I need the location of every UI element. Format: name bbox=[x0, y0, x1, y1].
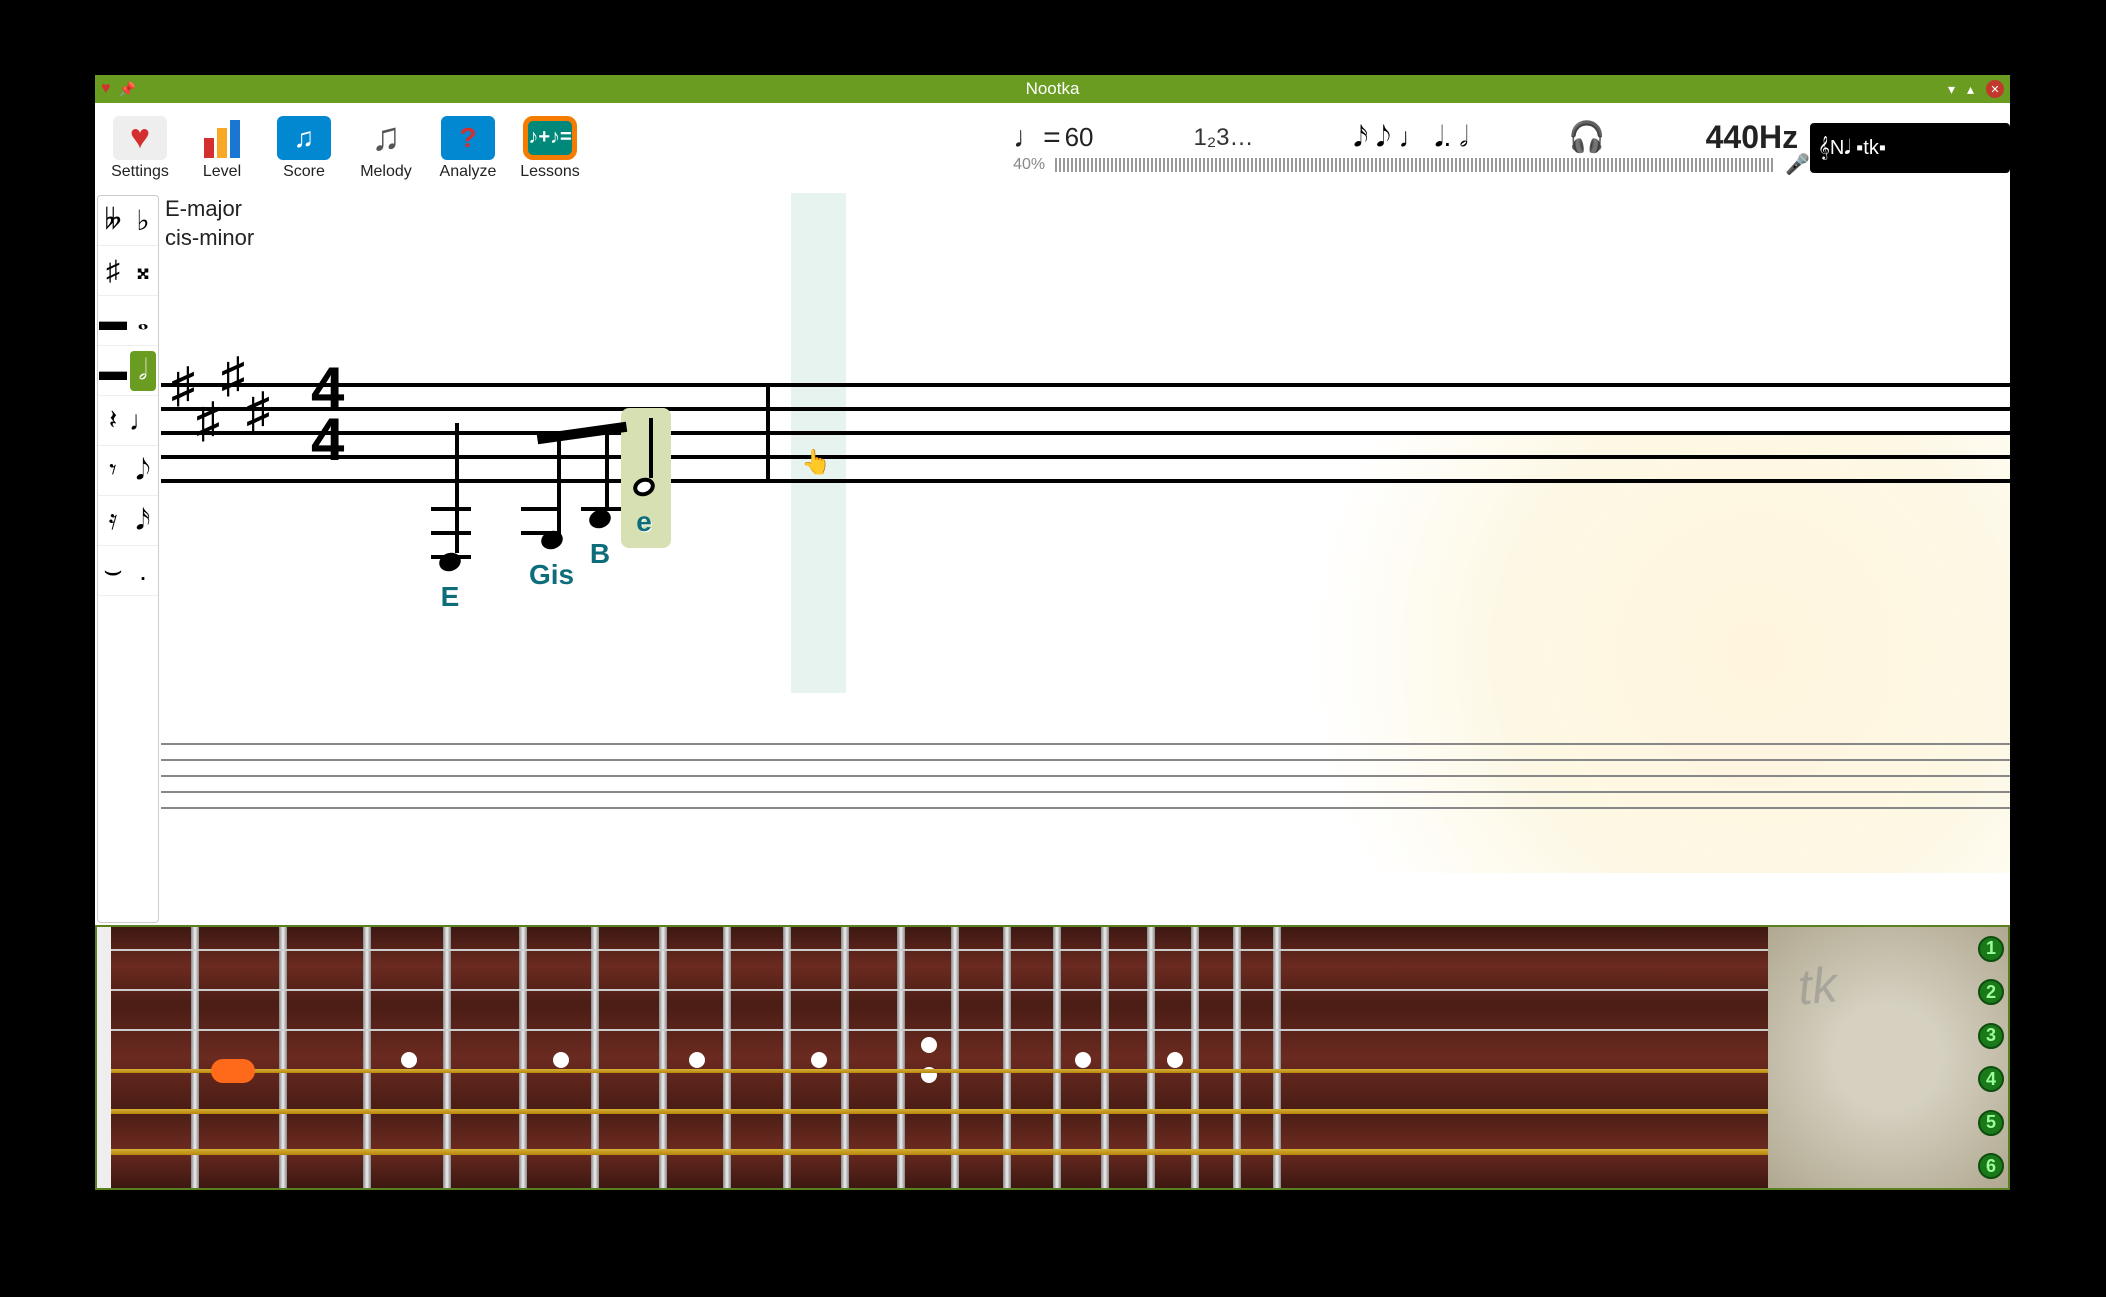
melody-button[interactable]: ♫ Melody bbox=[345, 116, 427, 181]
string-2[interactable] bbox=[111, 989, 2008, 991]
window-title: Nootka bbox=[1026, 79, 1080, 99]
pin-icon[interactable]: 📌 bbox=[119, 81, 136, 98]
sound-level-label: 40% bbox=[1013, 156, 1045, 174]
note-value-selector[interactable]: 𝅘𝅥𝅯 𝅘𝅥𝅮 ♩ 𝅘𝅥. 𝅗𝅥 bbox=[1354, 121, 1469, 154]
fret-marker bbox=[1167, 1052, 1183, 1068]
dot-button[interactable]: . bbox=[130, 551, 156, 591]
string-6[interactable] bbox=[111, 1149, 2008, 1155]
double-flat-button[interactable]: 𝄫 bbox=[100, 201, 126, 241]
analyze-icon: ? bbox=[459, 122, 476, 154]
staff[interactable]: ♯ ♯ ♯ ♯ 4 4 bbox=[161, 293, 2010, 573]
key-signature-label: E-major cis-minor bbox=[165, 195, 254, 252]
string-4[interactable] bbox=[111, 1069, 2008, 1073]
half-rest-button[interactable]: ▬ bbox=[100, 351, 126, 391]
score-icon: ♫ bbox=[294, 122, 315, 154]
score-area[interactable]: E-major cis-minor ♯ ♯ ♯ ♯ 4 4 bbox=[161, 193, 2010, 925]
sharp-icon: ♯ bbox=[221, 348, 245, 403]
settings-button[interactable]: ♥ Settings bbox=[99, 116, 181, 181]
tie-button[interactable]: ⌣ bbox=[100, 551, 126, 591]
whole-note-button[interactable]: 𝅝 bbox=[130, 301, 156, 341]
time-signature: 4 4 bbox=[311, 363, 344, 465]
eighth-note-icon: 𝅘𝅥𝅮 bbox=[1376, 121, 1391, 154]
heart-gear-icon: ♥ bbox=[130, 118, 150, 157]
fret-marker bbox=[921, 1037, 937, 1053]
sixteenth-note-button[interactable]: 𝅘𝅥𝅯 bbox=[130, 501, 156, 541]
analyze-button[interactable]: ? Analyze bbox=[427, 116, 509, 181]
note-Gis[interactable]: Gis bbox=[529, 431, 574, 591]
note-cursor-icon[interactable]: 👆 bbox=[801, 448, 831, 477]
guitar-body: tk 1 2 3 4 5 6 bbox=[1768, 927, 2008, 1188]
sharp-icon: ♯ bbox=[246, 383, 270, 438]
fret-marker bbox=[811, 1052, 827, 1068]
sharp-button[interactable]: ♯ bbox=[100, 251, 126, 291]
fret-marker bbox=[689, 1052, 705, 1068]
fretboard-neck[interactable] bbox=[111, 927, 1768, 1188]
eighth-note-button[interactable]: 𝅘𝅥𝅮 bbox=[130, 451, 156, 491]
mic-icon[interactable]: 🎤 bbox=[1785, 152, 1810, 177]
notation-preview[interactable]: 𝄞N𝅘𝅥 ▪tk▪ bbox=[1810, 123, 2010, 173]
eighth-rest-button[interactable]: 𝄾 bbox=[100, 451, 126, 491]
finger-position[interactable] bbox=[211, 1059, 255, 1083]
string-label-3[interactable]: 3 bbox=[1978, 1023, 2004, 1049]
quarter-note-icon: ♩ bbox=[1399, 122, 1427, 154]
close-button[interactable]: ✕ bbox=[1986, 80, 2004, 98]
score-button[interactable]: ♫ Score bbox=[263, 116, 345, 181]
minimize-button[interactable]: ▾ bbox=[1948, 81, 1955, 98]
titlebar: ♥ 📌 Nootka ▾ ▴ ✕ bbox=[95, 75, 2010, 103]
sharp-icon: ♯ bbox=[196, 393, 220, 448]
note-palette: 𝄫 ♭ ♯ 𝄪 ▬ 𝅝 ▬ 𝅗𝅥 𝄽 ♩ 𝄾 𝅘𝅥𝅮 bbox=[97, 195, 159, 923]
app-icon: ♥ bbox=[101, 80, 111, 98]
string-1[interactable] bbox=[111, 949, 2008, 951]
string-3[interactable] bbox=[111, 1029, 2008, 1031]
double-sharp-button[interactable]: 𝄪 bbox=[130, 251, 156, 291]
tuning-frequency[interactable]: 440Hz bbox=[1706, 119, 1799, 156]
maximize-button[interactable]: ▴ bbox=[1967, 81, 1974, 98]
half-note-icon: 𝅗𝅥 bbox=[1459, 121, 1468, 154]
note-e[interactable]: e bbox=[633, 418, 655, 538]
lessons-button[interactable]: ♪+♪= Lessons bbox=[509, 116, 591, 181]
sound-level-meter[interactable] bbox=[1055, 158, 1775, 172]
quarter-rest-button[interactable]: 𝄽 bbox=[100, 401, 126, 441]
level-bars-icon bbox=[200, 118, 244, 158]
quarter-note-icon: ♩= bbox=[1013, 121, 1061, 155]
level-button[interactable]: Level bbox=[181, 116, 263, 181]
fret-marker bbox=[553, 1052, 569, 1068]
string-label-2[interactable]: 2 bbox=[1978, 979, 2004, 1005]
fret-marker bbox=[1075, 1052, 1091, 1068]
main-toolbar: ♥ Settings Level ♫ Score bbox=[95, 103, 2010, 193]
fretboard[interactable]: tk 1 2 3 4 5 6 bbox=[95, 925, 2010, 1190]
whole-rest-button[interactable]: ▬ bbox=[100, 301, 126, 341]
quarter-note-button[interactable]: ♩ bbox=[130, 401, 156, 441]
dotted-note-icon: 𝅘𝅥. bbox=[1435, 121, 1452, 154]
numbering-option[interactable]: 1₂3… bbox=[1194, 124, 1254, 152]
note-B[interactable]: B bbox=[589, 425, 611, 570]
sixteenth-rest-button[interactable]: 𝄿 bbox=[100, 501, 126, 541]
flat-button[interactable]: ♭ bbox=[130, 201, 156, 241]
note-E[interactable]: E bbox=[439, 423, 461, 613]
headphones-icon[interactable]: 🎧 bbox=[1568, 120, 1605, 155]
string-label-5[interactable]: 5 bbox=[1978, 1110, 2004, 1136]
barline bbox=[766, 383, 770, 483]
melody-icon: ♫ bbox=[371, 115, 401, 160]
guitar-logo: tk bbox=[1796, 955, 1840, 1016]
nut bbox=[97, 927, 111, 1188]
half-note-button[interactable]: 𝅗𝅥 bbox=[130, 351, 156, 391]
string-label-6[interactable]: 6 bbox=[1978, 1153, 2004, 1179]
string-label-4[interactable]: 4 bbox=[1978, 1066, 2004, 1092]
app-window: ♥ 📌 Nootka ▾ ▴ ✕ ♥ Settings bbox=[95, 75, 2010, 1190]
lessons-icon: ♪+♪= bbox=[528, 126, 571, 149]
string-5[interactable] bbox=[111, 1109, 2008, 1114]
sharp-icon: ♯ bbox=[171, 358, 195, 413]
staff-empty[interactable] bbox=[161, 743, 2010, 823]
sixteenth-note-icon: 𝅘𝅥𝅯 bbox=[1354, 121, 1369, 154]
fret-marker bbox=[401, 1052, 417, 1068]
tempo-display[interactable]: ♩= 60 bbox=[1013, 121, 1093, 155]
string-label-1[interactable]: 1 bbox=[1978, 936, 2004, 962]
